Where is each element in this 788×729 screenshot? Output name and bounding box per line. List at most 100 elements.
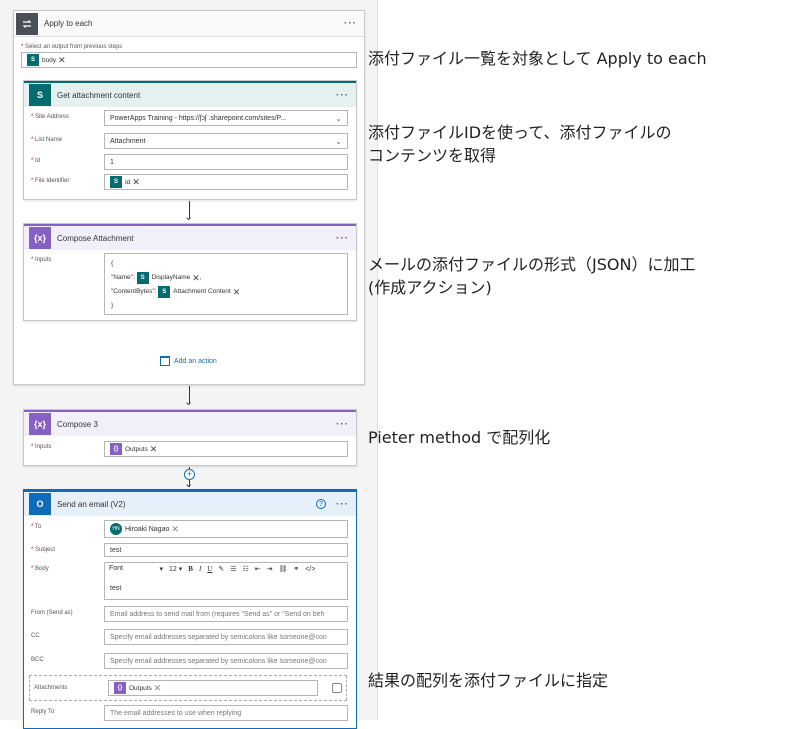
bcc-label: BCC xyxy=(31,657,44,663)
switch-to-array-icon[interactable] xyxy=(332,683,342,693)
select-output-label: * Select an output from previous steps xyxy=(21,44,123,50)
outputs-token[interactable]: {} Outputs ✕ xyxy=(114,682,161,694)
add-action-button[interactable]: Add an action xyxy=(160,356,217,366)
id-token[interactable]: S Id ✕ xyxy=(110,176,140,188)
send-email-header[interactable]: O Send an email (V2) ? ··· xyxy=(24,490,356,516)
arrow-down-icon: ⌄ xyxy=(184,478,194,490)
font-select[interactable]: Font ▾ xyxy=(109,565,163,573)
from-label: From (Send as) xyxy=(31,610,73,616)
link-icon[interactable]: ⛓ xyxy=(279,565,288,573)
loop-icon xyxy=(16,12,38,35)
recipient-token[interactable]: HN Hiroaki Nagao ✕ xyxy=(110,523,179,535)
body-token[interactable]: S body ✕ xyxy=(27,54,66,66)
inputs-editor[interactable]: { "Name": S DisplayName ✕ , "ContentBytes"… xyxy=(104,253,348,315)
formatting-toolbar: Font ▾ 12 ▾ B I U ✎ ☰ ☷ ⇤ ⇥ ⛓ ⚭ </> xyxy=(109,565,315,573)
compose-attachment-title: Compose Attachment xyxy=(57,233,134,243)
compose-icon: {x} xyxy=(29,227,51,249)
help-icon[interactable]: ? xyxy=(316,499,326,509)
inputs-label: * Inputs xyxy=(31,257,52,263)
more-options-icon[interactable]: ··· xyxy=(336,90,349,101)
numbered-list-icon[interactable]: ☷ xyxy=(243,565,249,573)
id-label: * Id xyxy=(31,158,41,164)
select-output-field[interactable]: S body ✕ xyxy=(21,52,357,68)
bullet-list-icon[interactable]: ☰ xyxy=(230,565,236,573)
id-field[interactable]: 1 xyxy=(104,154,348,170)
site-address-label: * Site Address xyxy=(31,114,69,120)
bcc-field[interactable]: Specify email addresses separated by sem… xyxy=(104,653,348,669)
size-select[interactable]: 12 ▾ xyxy=(169,565,182,573)
json-name-line: "Name": S DisplayName ✕ , xyxy=(111,271,202,285)
outdent-icon[interactable]: ⇤ xyxy=(255,565,261,573)
code-view-icon[interactable]: </> xyxy=(305,566,315,573)
compose-attachment-header[interactable]: {x} Compose Attachment ··· xyxy=(24,224,356,250)
arrow-down-icon: ⌄ xyxy=(184,211,194,223)
remove-token-icon[interactable]: ✕ xyxy=(154,683,162,694)
indent-icon[interactable]: ⇥ xyxy=(267,565,273,573)
displayname-token[interactable]: S DisplayName ✕ xyxy=(136,271,200,285)
attachments-label: Attachments xyxy=(34,685,68,691)
body-text: test xyxy=(110,585,122,592)
cc-field[interactable]: Specify email addresses separated by sem… xyxy=(104,629,348,645)
to-field[interactable]: HN Hiroaki Nagao ✕ xyxy=(104,520,348,538)
remove-token-icon[interactable]: ✕ xyxy=(58,55,66,66)
body-label: * Body xyxy=(31,566,49,572)
remove-token-icon[interactable]: ✕ xyxy=(132,177,140,188)
annotation-compose-attachment: メールの添付ファイルの形式（JSON）に加工 (作成アクション) xyxy=(368,255,696,297)
sharepoint-icon: S xyxy=(27,54,39,66)
inputs-label: * Inputs xyxy=(31,444,52,450)
outputs-token[interactable]: {} Outputs ✕ xyxy=(110,443,157,455)
compose3-title: Compose 3 xyxy=(57,419,98,429)
add-action-icon xyxy=(160,356,170,366)
pen-icon[interactable]: ✎ xyxy=(218,565,224,573)
get-attachment-title: Get attachment content xyxy=(57,90,141,100)
inputs-field[interactable]: {} Outputs ✕ xyxy=(104,441,348,457)
compose3-header[interactable]: {x} Compose 3 ··· xyxy=(24,410,356,436)
remove-token-icon[interactable]: ✕ xyxy=(150,444,158,455)
avatar: HN xyxy=(110,523,122,535)
annotation-attachments: 結果の配列を添付ファイルに指定 xyxy=(368,671,609,690)
file-identifier-field[interactable]: S Id ✕ xyxy=(104,174,348,190)
arrow-down-icon: ⌄ xyxy=(184,396,194,408)
more-options-icon[interactable]: ··· xyxy=(336,419,349,430)
remove-token-icon[interactable]: ✕ xyxy=(171,524,179,535)
caret-down-icon: ▾ xyxy=(159,566,163,573)
apply-to-each-header[interactable]: Apply to each ··· xyxy=(14,11,364,37)
json-contentbytes-line: "ContentBytes": S Attachment Content ✕ xyxy=(111,286,241,298)
body-editor[interactable]: Font ▾ 12 ▾ B I U ✎ ☰ ☷ ⇤ ⇥ ⛓ ⚭ </> test xyxy=(104,562,348,600)
attachments-row: Attachments {} Outputs ✕ xyxy=(29,675,347,701)
json-open-brace: { xyxy=(111,260,114,267)
more-options-icon[interactable]: ··· xyxy=(336,499,349,510)
get-attachment-header[interactable]: S Get attachment content ··· xyxy=(24,81,356,107)
more-options-icon[interactable]: ··· xyxy=(336,233,349,244)
compose-icon: {x} xyxy=(29,413,51,435)
attachments-field[interactable]: {} Outputs ✕ xyxy=(108,680,318,696)
annotation-apply-to-each: 添付ファイル一覧を対象として Apply to each xyxy=(368,49,707,68)
from-field[interactable]: Email address to send mail from (require… xyxy=(104,606,348,622)
compose-icon: {} xyxy=(114,682,126,694)
reply-to-label: Reply To xyxy=(31,709,55,715)
more-options-icon[interactable]: ··· xyxy=(344,18,357,29)
bold-icon[interactable]: B xyxy=(188,565,193,573)
get-attachment-card[interactable]: S Get attachment content ··· * Site Addr… xyxy=(23,80,357,200)
reply-to-field[interactable]: The email addresses to use when replying xyxy=(104,705,348,721)
list-name-label: * List Name xyxy=(31,137,63,143)
remove-token-icon[interactable]: ✕ xyxy=(192,271,200,285)
compose-attachment-card[interactable]: {x} Compose Attachment ··· * Inputs { "N… xyxy=(23,223,357,321)
send-email-card[interactable]: O Send an email (V2) ? ··· * To HN Hiroa… xyxy=(23,489,357,729)
compose3-card[interactable]: {x} Compose 3 ··· * Inputs {} Outputs ✕ xyxy=(23,409,357,466)
list-name-dropdown[interactable]: Attachment ⌄ xyxy=(104,133,348,149)
remove-token-icon[interactable]: ✕ xyxy=(233,285,241,299)
underline-icon[interactable]: U xyxy=(207,565,212,573)
sharepoint-icon: S xyxy=(110,176,122,188)
cc-label: CC xyxy=(31,633,40,639)
compose-icon: {} xyxy=(110,443,122,455)
site-address-dropdown[interactable]: PowerApps Training - https://ʃɔʃ .sharep… xyxy=(104,110,348,126)
attachment-content-token[interactable]: S Attachment Content ✕ xyxy=(158,286,240,298)
unlink-icon[interactable]: ⚭ xyxy=(293,565,299,573)
subject-label: * Subject xyxy=(31,547,56,553)
apply-to-each-title: Apply to each xyxy=(44,19,93,28)
italic-icon[interactable]: I xyxy=(199,565,201,573)
sharepoint-icon: S xyxy=(136,272,149,284)
subject-field[interactable]: test xyxy=(104,543,348,557)
outlook-icon: O xyxy=(29,493,51,515)
